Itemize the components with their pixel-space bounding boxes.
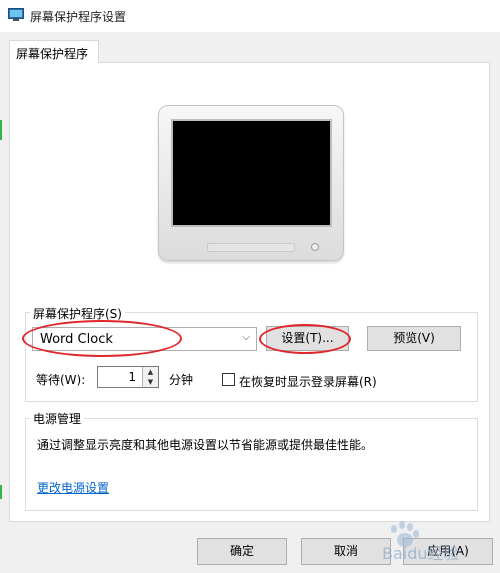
ok-button[interactable]: 确定 [197, 538, 287, 565]
chevron-down-icon: ⌵ [242, 332, 250, 343]
window-title: 屏幕保护程序设置 [30, 10, 127, 24]
wait-value: 1 [128, 370, 136, 384]
monitor-slot [207, 243, 295, 252]
screensaver-select-value: Word Clock [40, 332, 113, 347]
resume-label[interactable]: 在恢复时显示登录屏幕(R) [239, 373, 377, 390]
screensaver-select[interactable]: Word Clock ⌵ [32, 327, 257, 351]
power-led-icon [311, 243, 319, 251]
monitor-preview [158, 105, 344, 261]
resume-checkbox[interactable] [222, 373, 235, 386]
spin-down-icon[interactable]: ▼ [142, 377, 158, 387]
screensaver-app-icon [8, 8, 24, 21]
wait-label: 等待(W): [36, 373, 86, 387]
wait-stepper[interactable]: 1 ▲ ▼ [97, 366, 159, 388]
screensaver-group-label: 屏幕保护程序(S) [30, 305, 125, 322]
power-description: 通过调整显示亮度和其他电源设置以节省能源或提供最佳性能。 [37, 438, 374, 452]
spin-up-icon[interactable]: ▲ [142, 367, 158, 377]
settings-button[interactable]: 设置(T)... [266, 326, 349, 351]
window-edge-marker [0, 120, 2, 140]
change-power-settings-link[interactable]: 更改电源设置 [37, 479, 109, 496]
tab-screensaver[interactable]: 屏幕保护程序 [9, 40, 99, 63]
cancel-button[interactable]: 取消 [301, 538, 391, 565]
minutes-label: 分钟 [169, 373, 194, 387]
window-edge-marker [0, 485, 2, 499]
preview-button[interactable]: 预览(V) [367, 326, 461, 351]
preview-screen [171, 119, 332, 227]
title-bar: 屏幕保护程序设置 [0, 0, 500, 32]
power-group-label: 电源管理 [30, 410, 85, 427]
apply-button[interactable]: 应用(A) [403, 538, 493, 565]
power-group [25, 418, 478, 511]
